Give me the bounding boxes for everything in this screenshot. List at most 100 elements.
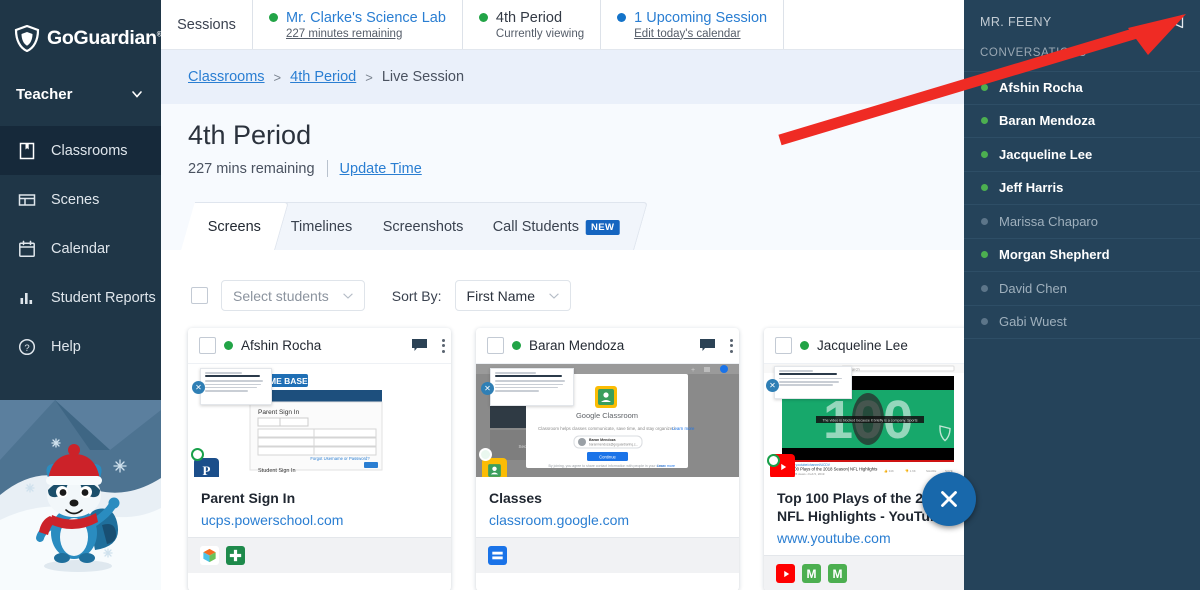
status-dot-green — [512, 341, 521, 350]
tab-screens[interactable]: Screens — [181, 202, 290, 250]
sidebar-item-student-reports[interactable]: Student Reports — [0, 273, 161, 322]
conversation-item[interactable]: Gabi Wuest — [964, 306, 1200, 339]
youtube-icon[interactable] — [776, 564, 795, 584]
close-icon — [941, 491, 957, 507]
session-tab-4th-period[interactable]: 4th Period Currently viewing — [463, 0, 602, 49]
student-checkbox[interactable] — [199, 337, 216, 354]
role-label: Teacher — [16, 85, 73, 103]
open-tabs-bar — [188, 537, 451, 574]
excel-icon[interactable] — [226, 546, 245, 566]
conversation-item[interactable]: David Chen — [964, 272, 1200, 306]
student-checkbox[interactable] — [775, 337, 792, 354]
tab-label: Timelines — [291, 218, 353, 235]
svg-text:Google Classroom: Google Classroom — [576, 411, 638, 420]
sidebar-item-help[interactable]: ? Help — [0, 322, 161, 371]
session-title: 4th Period — [495, 9, 563, 26]
session-tab-upcoming[interactable]: 1 Upcoming Session Edit today's calendar — [601, 0, 785, 49]
time-remaining-text: 227 mins remaining — [188, 160, 315, 177]
tooltip-close-icon[interactable]: ✕ — [766, 379, 779, 392]
sort-by-label: Sort By: — [391, 287, 442, 304]
session-subtitle[interactable]: 227 minutes remaining — [286, 28, 446, 40]
chevron-down-icon — [342, 292, 353, 299]
conversation-item[interactable]: Marissa Chaparo — [964, 205, 1200, 239]
presence-dot-online — [981, 251, 988, 259]
megaphone-icon[interactable] — [1168, 14, 1185, 29]
sort-by-dropdown[interactable]: First Name — [454, 280, 571, 311]
select-students-value: Select students — [233, 287, 329, 304]
sidebar-item-label: Help — [51, 338, 81, 355]
conversation-item[interactable]: Baran Mendoza — [964, 105, 1200, 138]
select-students-dropdown[interactable]: Select students — [221, 280, 365, 311]
conversation-item[interactable]: Afshin Rocha — [964, 71, 1200, 105]
close-overlay-button[interactable] — [922, 472, 976, 526]
chat-bubble-icon[interactable] — [412, 339, 427, 352]
conversation-name: Gabi Wuest — [999, 314, 1067, 330]
role-selector[interactable]: Teacher — [0, 70, 161, 118]
breadcrumb-separator: > — [365, 69, 373, 85]
chat-bubble-icon[interactable] — [700, 339, 715, 352]
conversation-name: Baran Mendoza — [999, 113, 1096, 129]
session-subtitle[interactable]: Edit today's calendar — [634, 28, 767, 40]
conversations-section-label: CONVERSATIONS — [980, 47, 1087, 59]
page-title-text: Classes — [489, 490, 542, 506]
slides-icon[interactable] — [488, 546, 507, 566]
svg-text:Learn more: Learn more — [657, 464, 675, 468]
conversation-name: Morgan Shepherd — [999, 247, 1110, 263]
session-tab-science-lab[interactable]: Mr. Clarke's Science Lab 227 minutes rem… — [253, 0, 463, 49]
svg-text:Baran Mendoza: Baran Mendoza — [589, 438, 617, 442]
left-sidebar: GoGuardian® Teacher Classrooms Scenes Ca… — [0, 0, 161, 590]
session-tab-top: Mr. Clarke's Science Lab — [269, 10, 446, 26]
sidebar-item-classrooms[interactable]: Classrooms — [0, 126, 161, 175]
svg-text:👍 34K: 👍 34K — [884, 469, 894, 473]
student-card-body: Parent Sign In ucps.powerschool.com — [188, 477, 451, 537]
svg-text:?: ? — [24, 343, 29, 354]
select-all-checkbox[interactable] — [191, 287, 208, 304]
sidebar-item-scenes[interactable]: Scenes — [0, 175, 161, 224]
tab-label: Call Students — [493, 218, 580, 235]
svg-text:👎 1.6K: 👎 1.6K — [905, 469, 916, 473]
live-indicator — [767, 454, 780, 467]
conversation-item[interactable]: Jeff Harris — [964, 172, 1200, 205]
session-tab-top: 1 Upcoming Session — [617, 10, 767, 26]
tooltip-line — [205, 372, 243, 374]
bar-chart-icon — [20, 292, 33, 304]
tab-call-students[interactable]: Call Students NEW — [466, 202, 648, 250]
conversation-item[interactable]: Jacqueline Lee — [964, 138, 1200, 172]
session-title: Mr. Clarke's Science Lab — [286, 9, 446, 26]
conversation-name: Jacqueline Lee — [999, 146, 1093, 162]
svg-text:By joining, you agree to share: By joining, you agree to share contact i… — [549, 464, 666, 468]
current-user-label: MR. FEENY — [980, 14, 1052, 29]
svg-text:Classroom helps classes commun: Classroom helps classes communicate, sav… — [538, 426, 676, 431]
page-url-text[interactable]: classroom.google.com — [489, 512, 726, 528]
presence-dot-online — [981, 84, 988, 92]
chevron-down-icon — [132, 91, 142, 98]
live-indicator — [479, 448, 492, 461]
student-screenshot[interactable]: HOME BASE Parent Sign In Forgot Username… — [188, 364, 451, 477]
kebab-menu-icon[interactable] — [723, 338, 733, 353]
student-checkbox[interactable] — [487, 337, 504, 354]
mascot-illustration — [0, 400, 161, 590]
student-screenshot[interactable]: + Section Google Classroom Classroom hel… — [476, 364, 739, 477]
student-card[interactable]: Afshin Rocha HOME BASE Parent Sign In Fo… — [188, 328, 451, 590]
kebab-menu-icon[interactable] — [435, 338, 445, 353]
breadcrumb-item-classrooms[interactable]: Classrooms — [188, 69, 265, 85]
login-notice-tooltip — [490, 368, 574, 406]
shield-icon — [14, 24, 40, 52]
gmail-m-icon[interactable]: M — [802, 564, 821, 584]
tooltip-close-icon[interactable]: ✕ — [192, 381, 205, 394]
tooltip-close-icon[interactable]: ✕ — [481, 382, 494, 395]
student-card[interactable]: Baran Mendoza + Google Classroom Classro… — [476, 328, 739, 590]
student-name: Jacqueline Lee — [817, 338, 908, 353]
cube-icon[interactable] — [200, 546, 219, 566]
breadcrumb-item-4th-period[interactable]: 4th Period — [290, 69, 356, 85]
gmail-m-icon[interactable]: M — [828, 564, 847, 584]
brand-logo-area[interactable]: GoGuardian® — [0, 0, 161, 56]
conversation-name: Jeff Harris — [999, 180, 1064, 196]
update-time-link[interactable]: Update Time — [340, 161, 422, 177]
content-tabs: Screens Timelines Screenshots Call Stude… — [181, 202, 648, 250]
login-notice-tooltip — [774, 366, 852, 399]
conversation-item[interactable]: Morgan Shepherd — [964, 239, 1200, 272]
page-url-text[interactable]: ucps.powerschool.com — [201, 512, 438, 528]
sidebar-item-calendar[interactable]: Calendar — [0, 224, 161, 273]
session-subtitle: Currently viewing — [495, 27, 585, 40]
